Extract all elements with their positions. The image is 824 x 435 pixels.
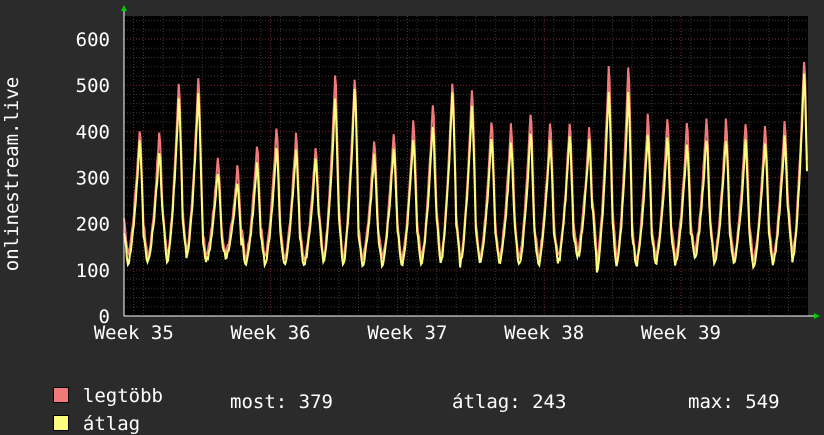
stat-average: átlag: 243 (452, 391, 567, 413)
x-tick-label: Week 36 (231, 322, 311, 344)
y-tick-label: 400 (76, 121, 110, 143)
legend-swatch-avg (52, 415, 69, 431)
x-tick-label: Week 39 (641, 322, 721, 344)
y-tick-label: 200 (76, 214, 110, 236)
x-tick-label: Week 37 (367, 322, 447, 344)
stat-maximum: max: 549 (688, 391, 780, 413)
y-axis-arrow (121, 5, 127, 11)
x-tick-label: Week 35 (94, 322, 174, 344)
y-tick-label: 100 (76, 260, 110, 282)
legend-item-avg: átlag (30, 391, 140, 435)
x-tick-label: Week 38 (504, 322, 584, 344)
y-axis-title: onlinestream.live (1, 77, 23, 271)
y-tick-label: 600 (76, 29, 110, 51)
legend-label-avg: átlag (82, 413, 141, 435)
y-tick-label: 300 (76, 168, 110, 190)
x-axis-arrow (814, 313, 820, 319)
y-tick-label: 500 (76, 75, 110, 97)
stat-current: most: 379 (230, 391, 333, 413)
